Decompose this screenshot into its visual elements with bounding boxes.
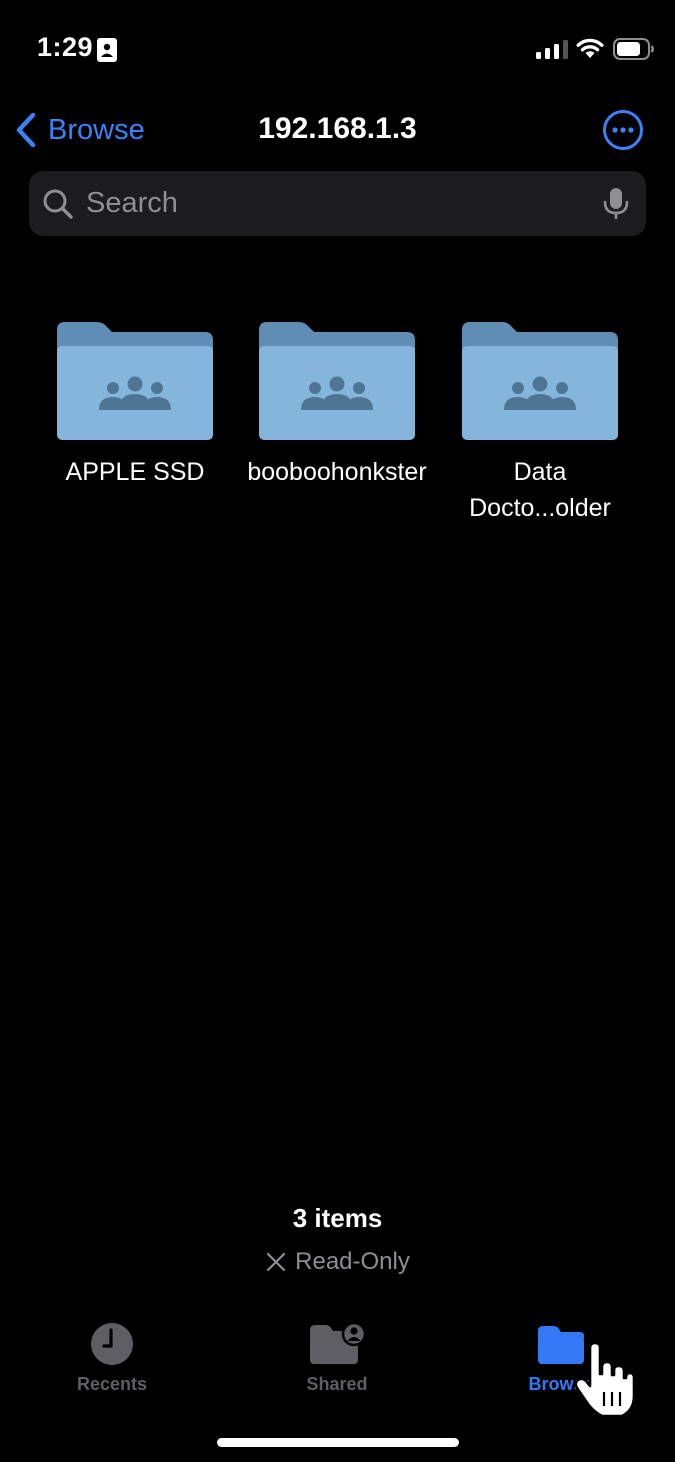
tab-shared[interactable]: Shared xyxy=(262,1322,412,1395)
search-icon xyxy=(43,189,73,219)
tab-shared-label: Shared xyxy=(306,1374,368,1394)
shared-folder-icon xyxy=(259,322,415,440)
shared-folder-icon xyxy=(57,322,213,440)
folder-item[interactable]: APPLE SSD xyxy=(40,318,230,490)
read-only-icon xyxy=(267,1252,286,1272)
folder-item[interactable]: Data Docto...older xyxy=(445,318,635,526)
shared-folder-icon xyxy=(462,322,618,440)
folder-name: Data Docto...older xyxy=(469,458,611,522)
clock-icon xyxy=(91,1323,133,1365)
hand-pointer-icon xyxy=(574,1341,636,1418)
home-indicator[interactable] xyxy=(217,1438,459,1447)
status-time: 1:29 xyxy=(37,32,94,62)
page-title: 192.168.1.3 xyxy=(258,112,417,145)
microphone-icon[interactable] xyxy=(602,187,630,221)
folder-name: booboohonkster xyxy=(247,458,427,486)
search-input[interactable] xyxy=(84,186,602,221)
folder-name: APPLE SSD xyxy=(65,458,205,486)
tab-recents-label: Recents xyxy=(76,1374,148,1394)
read-only-status: Read-Only xyxy=(0,1248,675,1276)
folder-item[interactable]: booboohonkster xyxy=(242,318,432,490)
items-count: 3 items xyxy=(292,1203,383,1233)
cellular-signal-icon xyxy=(536,40,568,59)
id-badge-icon xyxy=(97,38,117,62)
search-bar[interactable] xyxy=(29,171,646,236)
files-screen: 1:29 Browse 192.168.1.3 Search APPLE SSD… xyxy=(0,0,675,1462)
battery-icon xyxy=(613,38,654,60)
wifi-icon xyxy=(576,38,604,58)
tab-recents[interactable]: Recents xyxy=(37,1322,187,1395)
shared-folder-icon xyxy=(310,1322,366,1364)
read-only-label: Read-Only xyxy=(295,1248,410,1275)
more-options-icon[interactable] xyxy=(602,109,644,151)
